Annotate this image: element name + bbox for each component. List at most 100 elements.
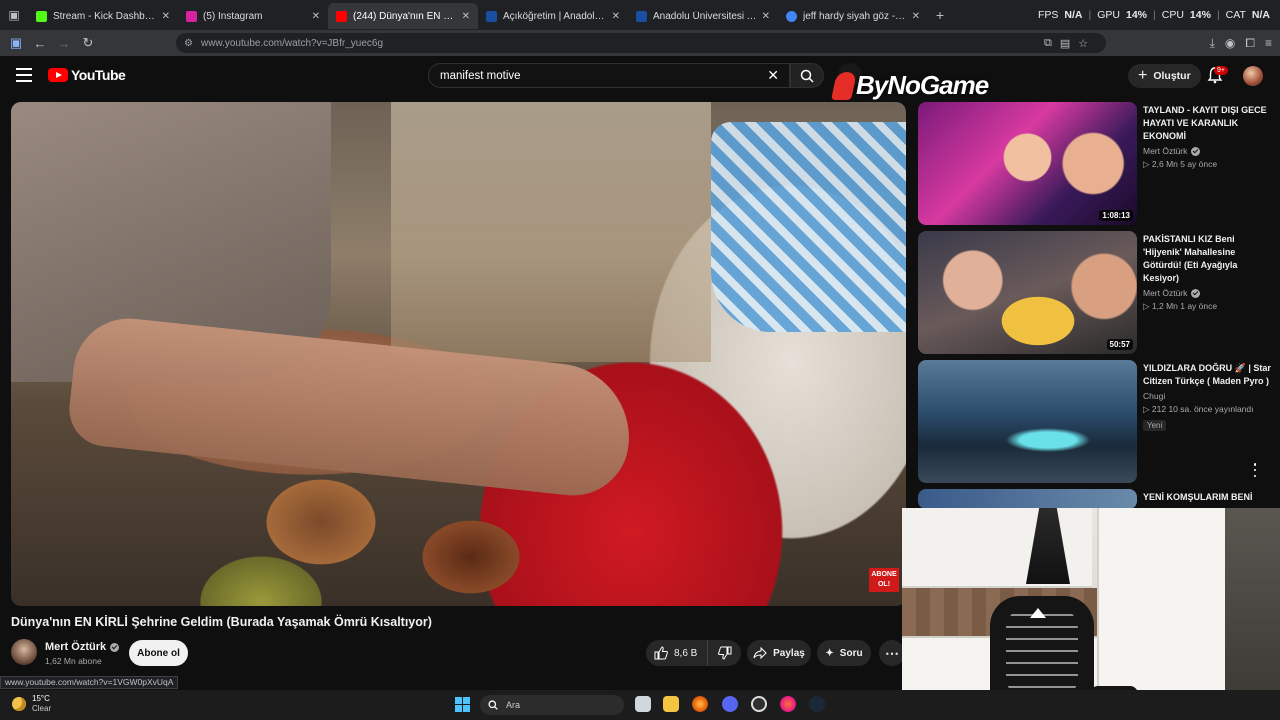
tab-actions-icon[interactable]: ▣ [0, 0, 28, 30]
tab-close-icon[interactable]: ✕ [462, 11, 470, 22]
windows-start-icon[interactable] [455, 697, 470, 712]
thumbs-down-icon [717, 646, 731, 660]
video-frame-background [391, 102, 711, 362]
new-tab-button[interactable]: + [928, 7, 952, 23]
back-icon[interactable]: ← [28, 30, 52, 56]
recommendation-thumbnail[interactable]: 50:57 [918, 231, 1137, 354]
verified-badge-icon [110, 642, 120, 652]
steam-icon[interactable] [809, 696, 825, 712]
more-vertical-icon[interactable] [1252, 463, 1258, 477]
share-button[interactable]: Paylaş [747, 640, 811, 666]
browser-tab[interactable]: Açıköğretim | Anadolu Üniversit ✕ [478, 3, 628, 29]
guide-menu-icon[interactable] [16, 68, 32, 82]
firefox-icon[interactable] [692, 696, 708, 712]
dislike-button[interactable] [708, 640, 741, 666]
channel-name-text: Mert Öztürk [1143, 146, 1188, 156]
fps-label: FPS [1037, 9, 1059, 21]
browser-tab[interactable]: (5) Instagram ✕ [178, 3, 328, 29]
tab-close-icon[interactable]: ✕ [762, 11, 770, 22]
tab-close-icon[interactable]: ✕ [612, 11, 620, 22]
share-label: Paylaş [773, 647, 805, 659]
video-duration: 50:57 [1106, 339, 1133, 350]
recommendation-title: TAYLAND - KAYIT DIŞI GECE HAYATI VE KARA… [1143, 105, 1267, 141]
search-icon [488, 700, 498, 710]
taskbar-search[interactable]: Ara [480, 695, 624, 715]
channel-name[interactable]: Mert Öztürk [45, 641, 120, 653]
tab-close-icon[interactable]: ✕ [312, 11, 320, 22]
youtube-logo[interactable]: YouTube [48, 67, 126, 83]
recommendation-channel[interactable]: Mert Öztürk [1143, 288, 1271, 298]
file-explorer-icon[interactable] [663, 696, 679, 712]
account-avatar[interactable] [1243, 66, 1263, 86]
recommendation-meta: ▷ 2,6 Mn 5 ay önce [1143, 159, 1218, 169]
recommendation-thumbnail[interactable] [918, 489, 1137, 509]
channel-name-text: Mert Öztürk [45, 641, 107, 653]
site-info-icon[interactable]: ⚙ [184, 38, 193, 49]
reload-icon[interactable]: ↻ [76, 30, 100, 56]
anadolu-favicon-icon [486, 10, 497, 22]
recommendation-channel[interactable]: Mert Öztürk [1143, 146, 1271, 156]
sidebar-toggle-icon[interactable]: ▣ [4, 30, 28, 56]
tab-label: jeff hardy siyah göz - Google'da [803, 10, 908, 22]
extensions-icon[interactable]: ⧠ [1245, 36, 1255, 51]
subscribe-button[interactable]: Abone ol [129, 640, 188, 666]
browser-tab[interactable]: Stream - Kick Dashboard ✕ [28, 3, 178, 29]
search-icon [800, 69, 814, 83]
task-view-icon[interactable] [635, 696, 651, 712]
fps-value: N/A [1064, 9, 1083, 21]
thumbs-up-icon [654, 646, 668, 660]
browser-actions: ⤓ ◉ ⧠ ≡ [1210, 30, 1272, 56]
ask-label: Soru [839, 647, 863, 659]
channel-name-text: Chugi [1143, 391, 1166, 401]
video-player[interactable] [11, 102, 906, 606]
profile-icon[interactable]: ◉ [1225, 36, 1235, 50]
recommendation-item[interactable]: YENİ KOMŞULARIM BENİ [918, 489, 1268, 509]
browser-tab[interactable]: jeff hardy siyah göz - Google'da ✕ [778, 3, 928, 29]
recommendation-thumbnail[interactable]: 1:08:13 [918, 102, 1137, 225]
divider: | [1216, 9, 1220, 21]
clear-search-icon[interactable]: ✕ [767, 67, 779, 84]
bynogame-text: ByNoGame [856, 70, 989, 100]
moon-weather-icon [12, 697, 26, 711]
address-bar[interactable]: ⚙ www.youtube.com/watch?v=JBfr_yuec6g [176, 33, 1106, 53]
recommendation-channel[interactable]: Chugi [1143, 391, 1271, 401]
obs-icon[interactable] [751, 696, 767, 712]
browser-tab[interactable]: Anadolu Üniversitesi Açıköğreti ✕ [628, 3, 778, 29]
address-url: www.youtube.com/watch?v=JBfr_yuec6g [200, 37, 384, 49]
weather-widget[interactable]: 15°C Clear [12, 694, 51, 714]
subscriber-count: 1,62 Mn abone [45, 656, 102, 666]
ask-button[interactable]: ✦ Soru [817, 640, 871, 666]
recommendation-item[interactable]: YILDIZLARA DOĞRU 🚀 | Star Citizen Türkçe… [918, 360, 1271, 484]
tab-close-icon[interactable]: ✕ [912, 11, 920, 22]
video-title: Dünya'nın EN KİRLİ Şehrine Geldim (Burad… [11, 615, 432, 629]
install-app-icon[interactable]: ⧉ [1044, 37, 1052, 50]
cat-value: N/A [1251, 9, 1270, 21]
cpu-label: CPU [1161, 9, 1184, 21]
notification-count-badge: 9+ [1214, 66, 1228, 75]
reader-mode-icon[interactable]: ▤ [1060, 37, 1070, 50]
anadolu-favicon-icon [636, 10, 647, 22]
bynogame-overlay-logo: ByNoGame [831, 70, 989, 101]
tab-close-icon[interactable]: ✕ [162, 11, 170, 22]
webcam-chair-pattern [1006, 608, 1078, 698]
browser-tab-active[interactable]: (244) Dünya'nın EN KİRLİ Şe ✕ [328, 3, 478, 29]
recommendation-item[interactable]: 50:57 PAKİSTANLI KIZ Beni 'Hijyenik' Mah… [918, 231, 1268, 355]
youtube-play-icon [48, 68, 68, 82]
search-button[interactable] [790, 63, 824, 88]
channel-avatar[interactable] [11, 639, 37, 665]
tab-label: (5) Instagram [203, 10, 263, 22]
forward-icon[interactable]: → [52, 30, 76, 56]
recommendation-meta: ▷ 212 10 sa. önce yayınlandı [1143, 404, 1254, 414]
browser-app-icon[interactable] [780, 696, 796, 712]
system-stats-overlay: FPS N/A | GPU 14% | CPU 14% | CAT N/A [1038, 0, 1270, 30]
recommendation-thumbnail[interactable] [918, 360, 1137, 483]
like-button[interactable]: 8,6 B [646, 640, 708, 666]
create-button[interactable]: + Oluştur [1128, 64, 1201, 88]
download-icon[interactable]: ⤓ [1210, 36, 1215, 51]
search-input[interactable]: manifest motive ✕ [428, 63, 790, 88]
channel-name-text: Mert Öztürk [1143, 288, 1188, 298]
browser-menu-icon[interactable]: ≡ [1265, 36, 1272, 50]
recommendation-item[interactable]: 1:08:13 TAYLAND - KAYIT DIŞI GECE HAYATI… [918, 102, 1268, 226]
bookmark-star-icon[interactable]: ☆ [1078, 37, 1088, 50]
discord-icon[interactable] [722, 696, 738, 712]
